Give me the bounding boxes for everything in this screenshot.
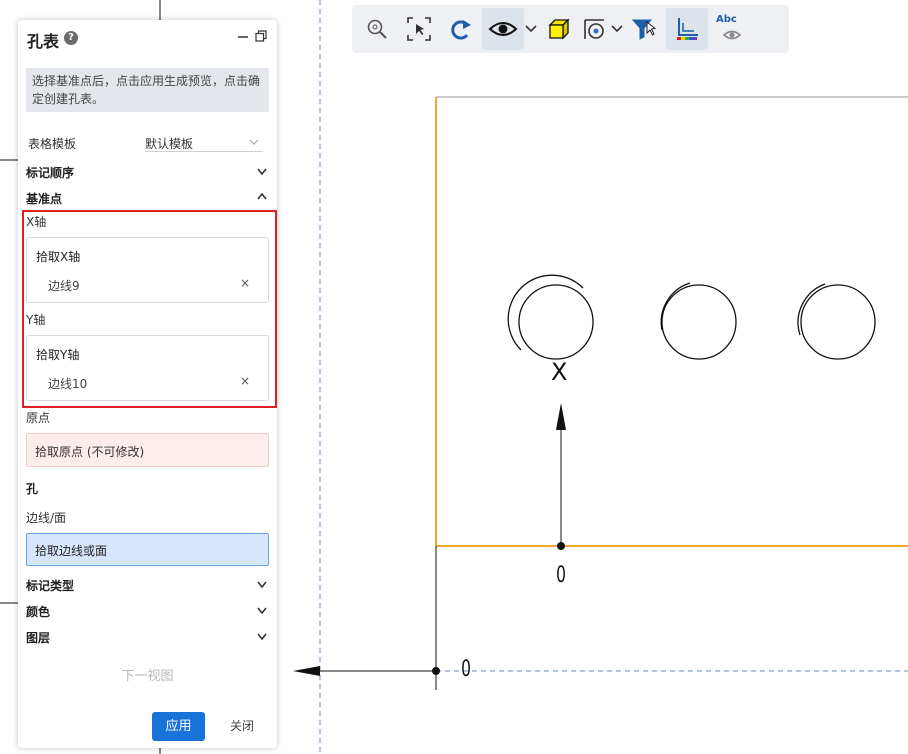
- cad-workspace: { "panel": { "title": "孔表", "help_icon":…: [0, 0, 908, 754]
- y-axis-value: 边线10: [48, 377, 88, 391]
- zoom-selection-icon: [407, 17, 431, 41]
- layer-section[interactable]: 图层: [26, 629, 269, 645]
- pick-x-axis-label: 拾取X轴: [36, 250, 81, 264]
- y-axis-label: Y轴: [26, 313, 46, 327]
- chevron-down-icon: [611, 25, 623, 33]
- mark-order-section[interactable]: 标记顺序: [26, 164, 269, 180]
- redo-button[interactable]: [440, 8, 482, 50]
- template-select[interactable]: 默认模板: [145, 134, 263, 152]
- cube-icon: [548, 18, 570, 40]
- hole-table-panel: 孔表 ? 选择基准点后，点击应用生成预览，点击确定创建孔表。 表格模板 默认模板…: [18, 20, 277, 748]
- pick-x-axis-card[interactable]: 拾取X轴 边线9 ×: [26, 237, 269, 303]
- instruction-message: 选择基准点后，点击应用生成预览，点击确定创建孔表。: [26, 68, 269, 112]
- close-button[interactable]: 关闭: [224, 712, 260, 741]
- pick-edge-field[interactable]: 拾取边线或面: [26, 533, 269, 566]
- display-style-button[interactable]: [538, 8, 580, 50]
- pick-origin-field[interactable]: 拾取原点 (不可修改): [26, 433, 269, 467]
- clear-y-axis-button[interactable]: ×: [240, 374, 250, 388]
- pick-y-axis-label: 拾取Y轴: [36, 348, 80, 362]
- axis-color-icon: [677, 18, 698, 40]
- annotation-abc-text: Abc: [716, 14, 737, 25]
- arrow-head: [556, 403, 566, 430]
- apply-button[interactable]: 应用: [152, 712, 205, 741]
- redo-icon: [451, 20, 471, 40]
- arrow-head: [293, 666, 320, 676]
- edge-face-label: 边线/面: [26, 511, 67, 525]
- pick-y-axis-card[interactable]: 拾取Y轴 边线10 ×: [26, 335, 269, 401]
- origin-point: [432, 667, 440, 675]
- filter-select-icon: [631, 19, 657, 40]
- mark-order-label: 标记顺序: [26, 166, 75, 180]
- chevron-down-icon: [525, 25, 537, 33]
- template-row: 表格模板 默认模板: [26, 134, 269, 152]
- layer-label: 图层: [26, 631, 51, 645]
- chevron-down-icon: [257, 607, 267, 615]
- minimize-icon[interactable]: [237, 30, 249, 42]
- visibility-dropdown[interactable]: [524, 8, 538, 50]
- datum-point: [557, 542, 565, 550]
- eye-icon: [723, 30, 741, 40]
- zoom-button[interactable]: [356, 8, 398, 50]
- origin-label: 原点: [26, 411, 51, 425]
- view-toolbar: Abc: [352, 5, 789, 53]
- next-view-button[interactable]: 下一视图: [18, 665, 277, 684]
- annotation-visibility-icon: Abc: [715, 14, 743, 44]
- chevron-down-icon: [257, 633, 267, 641]
- hole-1: [507, 274, 594, 360]
- eye-icon: [488, 22, 518, 36]
- zero-marker-label: 0: [461, 657, 471, 682]
- window-controls: [237, 30, 267, 42]
- chevron-up-icon: [257, 193, 267, 200]
- chevron-down-icon: [257, 581, 267, 589]
- template-value: 默认模板: [145, 137, 194, 151]
- clear-x-axis-button[interactable]: ×: [240, 276, 250, 290]
- panel-title: 孔表: [27, 32, 60, 51]
- color-label: 颜色: [26, 605, 51, 619]
- visibility-button[interactable]: [482, 8, 524, 50]
- template-label: 表格模板: [28, 137, 77, 151]
- section-view-dropdown[interactable]: [610, 8, 624, 50]
- zoom-selection-button[interactable]: [398, 8, 440, 50]
- zoom-icon: [367, 19, 387, 39]
- hole-3: [797, 283, 876, 360]
- chevron-down-icon: [257, 168, 267, 176]
- annotation-visibility-button[interactable]: Abc: [708, 8, 750, 50]
- help-icon[interactable]: ?: [64, 31, 78, 45]
- x-axis-label: X轴: [26, 215, 47, 229]
- x-axis-value: 边线9: [48, 279, 80, 293]
- mark-type-label: 标记类型: [26, 579, 75, 593]
- x-marker-label: X: [551, 358, 568, 386]
- datum-section[interactable]: 基准点: [26, 190, 269, 206]
- section-view-button[interactable]: [580, 8, 610, 50]
- zero-marker-label: 0: [556, 563, 566, 588]
- hole-section-label: 孔: [26, 482, 39, 496]
- selection-filter-button[interactable]: [624, 8, 666, 50]
- section-view-icon: [584, 19, 604, 39]
- restore-icon[interactable]: [255, 30, 267, 42]
- hole-2: [660, 282, 737, 360]
- chevron-down-icon: [249, 139, 259, 145]
- color-section[interactable]: 颜色: [26, 603, 269, 619]
- datum-label: 基准点: [26, 192, 63, 206]
- axis-display-button[interactable]: [666, 8, 708, 50]
- mark-type-section[interactable]: 标记类型: [26, 577, 269, 593]
